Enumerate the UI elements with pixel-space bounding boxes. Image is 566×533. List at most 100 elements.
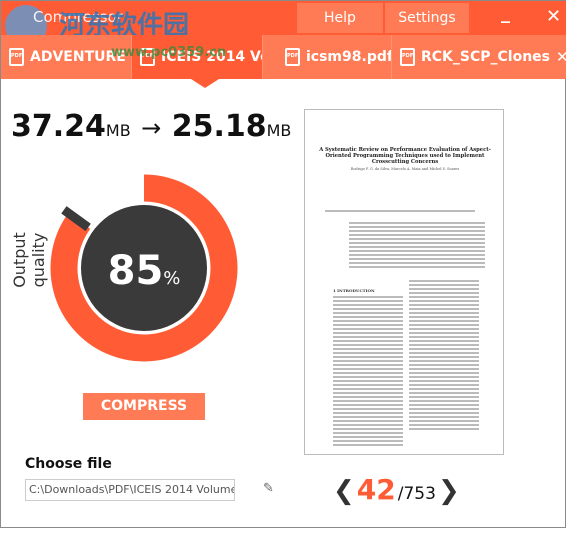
- text-line: [333, 304, 403, 306]
- text-line: [409, 284, 479, 286]
- preview-title: A Systematic Review on Performance Evalu…: [319, 147, 491, 165]
- arrow: →: [141, 114, 162, 142]
- file-path-input[interactable]: C:\Downloads\PDF\ICEIS 2014 Volume 2.pdf: [25, 479, 235, 501]
- watermark-url: www.pc0359.cn: [111, 45, 227, 60]
- text-line: [409, 420, 479, 422]
- text-line: [333, 312, 403, 314]
- text-line: [333, 380, 403, 382]
- text-line: [333, 416, 403, 418]
- text-line: [409, 344, 479, 346]
- active-tab-pointer: [191, 79, 219, 88]
- text-line: [333, 400, 403, 402]
- text-line: [409, 368, 479, 370]
- page-navigator: ❮ 42 /753 ❯: [333, 473, 460, 506]
- help-button[interactable]: Help: [297, 3, 383, 33]
- text-line: [349, 226, 485, 228]
- text-line: [409, 412, 479, 414]
- text-line: [349, 246, 485, 248]
- text-line: [349, 258, 485, 260]
- minimize-button[interactable]: _: [501, 3, 510, 24]
- edit-pencil-icon[interactable]: ✎: [263, 481, 274, 496]
- text-line: [333, 376, 403, 378]
- text-line: [333, 364, 403, 366]
- text-line: [349, 234, 485, 236]
- text-line: [333, 300, 403, 302]
- text-line: [325, 210, 475, 212]
- close-button[interactable]: ✕: [546, 6, 561, 27]
- text-line: [333, 420, 403, 422]
- text-line: [333, 308, 403, 310]
- text-line: [409, 424, 479, 426]
- close-tab-icon[interactable]: ✕: [556, 48, 566, 66]
- text-line: [409, 408, 479, 410]
- text-line: [409, 392, 479, 394]
- text-line: [333, 428, 403, 430]
- pdf-file-icon: PDF: [9, 48, 24, 66]
- text-line: [333, 388, 403, 390]
- text-line: [409, 388, 479, 390]
- app-window: Compressor 河东软件园 Help Settings _ ✕ PDF AD…: [0, 0, 566, 528]
- text-line: [409, 300, 479, 302]
- choose-file-label: Choose file: [25, 456, 112, 472]
- text-line: [333, 432, 403, 434]
- tab-icsm98[interactable]: PDFicsm98.pdf✕: [263, 35, 392, 79]
- text-line: [409, 308, 479, 310]
- text-line: [333, 332, 403, 334]
- prev-page-button[interactable]: ❮: [333, 476, 355, 506]
- text-line: [409, 296, 479, 298]
- text-line: [333, 324, 403, 326]
- unit: MB: [105, 121, 131, 140]
- text-line: [409, 372, 479, 374]
- settings-button[interactable]: Settings: [385, 3, 469, 33]
- text-line: [409, 348, 479, 350]
- text-line: [409, 396, 479, 398]
- text-line: [349, 262, 485, 264]
- text-line: [409, 328, 479, 330]
- text-line: [333, 320, 403, 322]
- text-line: [333, 396, 403, 398]
- total-pages: /753: [397, 484, 436, 504]
- text-line: [349, 266, 485, 268]
- text-line: [409, 416, 479, 418]
- compressed-size: 25.18: [171, 109, 267, 144]
- text-line: [333, 336, 403, 338]
- text-line: [349, 222, 485, 224]
- text-line: [333, 372, 403, 374]
- text-line: [333, 316, 403, 318]
- tab-rck-scp[interactable]: PDF RCK_SCP_Clones ✕: [392, 35, 566, 79]
- pdf-file-icon: PDF: [285, 48, 300, 66]
- pdf-file-icon: PDF: [400, 48, 415, 66]
- text-line: [409, 384, 479, 386]
- quality-gauge[interactable]: 85%: [1, 151, 291, 391]
- text-line: [333, 344, 403, 346]
- compress-button[interactable]: COMPRESS: [83, 393, 205, 420]
- text-line: [333, 296, 403, 298]
- text-line: [409, 404, 479, 406]
- text-line: [409, 336, 479, 338]
- text-line: [409, 316, 479, 318]
- text-line: [409, 304, 479, 306]
- text-line: [349, 242, 485, 244]
- text-line: [333, 348, 403, 350]
- original-size: 37.24: [11, 109, 106, 144]
- text-line: [409, 280, 479, 282]
- text-line: [409, 400, 479, 402]
- next-page-button[interactable]: ❯: [438, 476, 460, 506]
- text-line: [333, 384, 403, 386]
- text-line: [333, 392, 403, 394]
- text-line: [333, 328, 403, 330]
- text-line: [349, 238, 485, 240]
- text-line: [333, 352, 403, 354]
- text-line: [409, 312, 479, 314]
- text-line: [349, 230, 485, 232]
- tab-label: icsm98.pdf: [306, 49, 392, 65]
- text-line: [333, 404, 403, 406]
- text-line: [333, 360, 403, 362]
- current-page[interactable]: 42: [357, 473, 396, 506]
- text-line: [409, 376, 479, 378]
- text-line: [409, 380, 479, 382]
- file-tabs: PDFADVENTURE NE✕ PDFICEIS 2014 Volun✕ PD…: [1, 35, 566, 79]
- text-line: [409, 292, 479, 294]
- text-line: [349, 254, 485, 256]
- text-line: [333, 368, 403, 370]
